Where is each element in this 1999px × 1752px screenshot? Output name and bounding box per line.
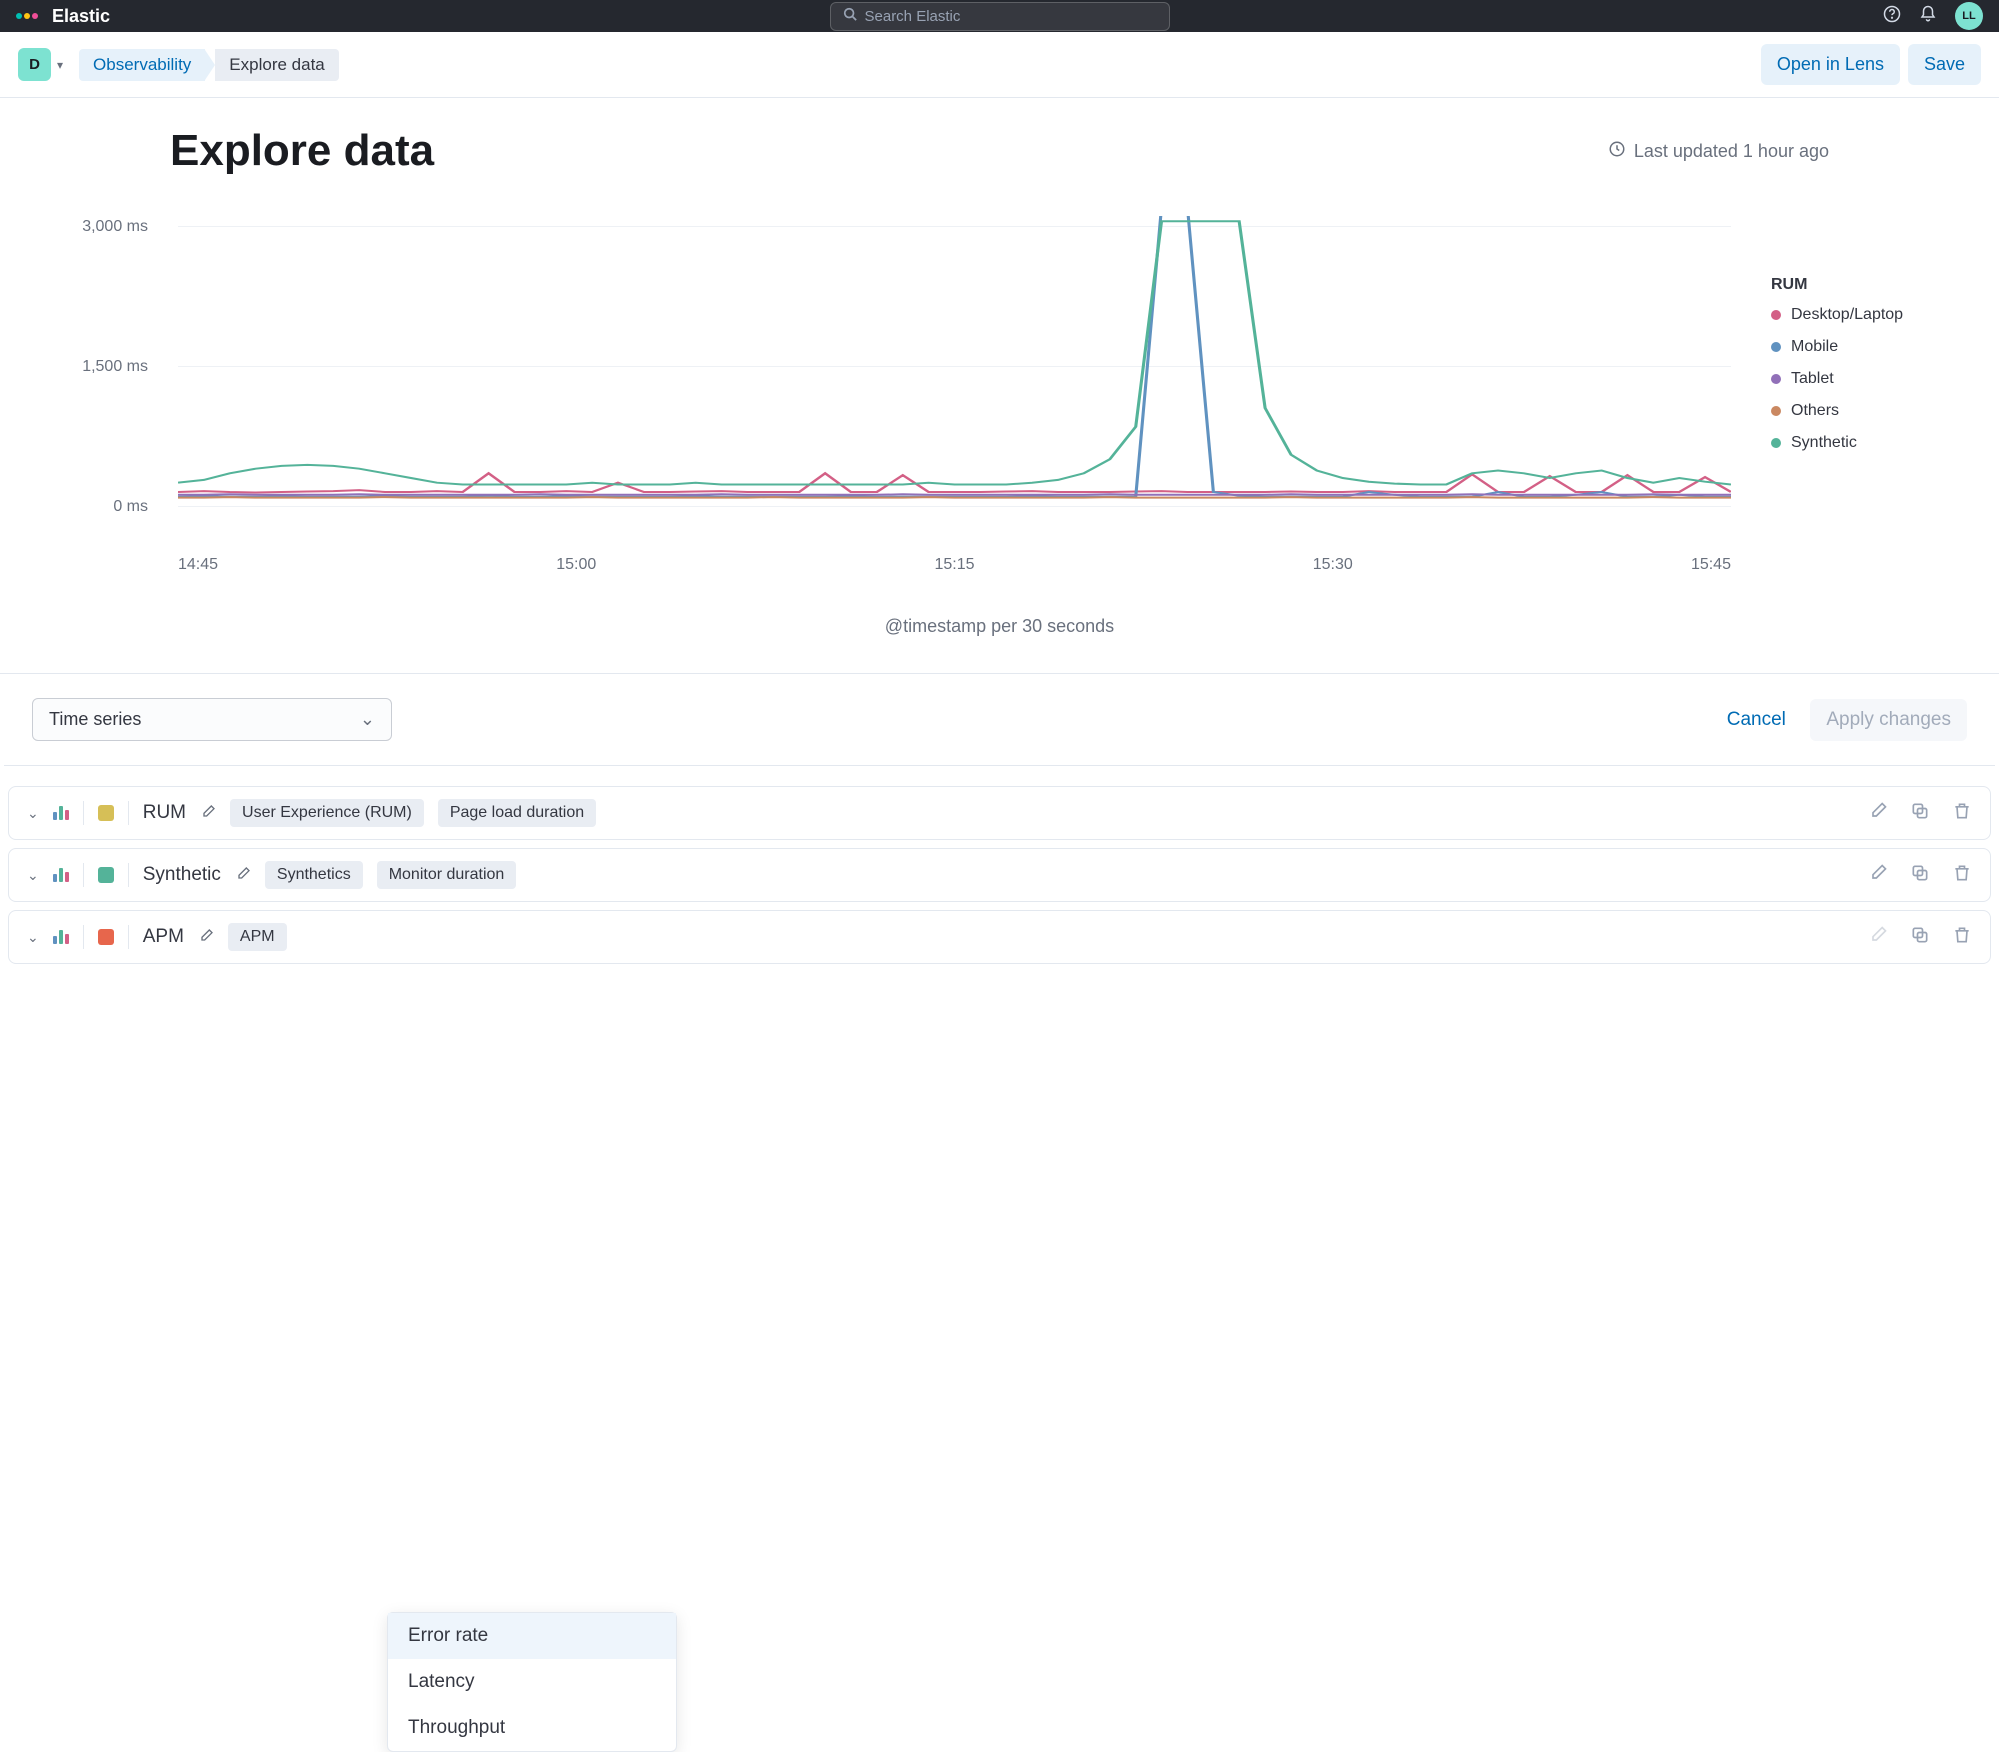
breadcrumb: Observability Explore data xyxy=(79,49,339,81)
metric-dropdown: Error rateLatencyThroughput xyxy=(387,1612,677,1752)
series-tag[interactable]: Monitor duration xyxy=(377,861,517,889)
legend-item[interactable]: Mobile xyxy=(1771,338,1951,356)
user-avatar[interactable]: LL xyxy=(1955,2,1983,30)
legend-label: Mobile xyxy=(1791,338,1838,356)
y-tick: 3,000 ms xyxy=(28,218,148,236)
x-tick: 15:15 xyxy=(934,556,974,574)
save-button[interactable]: Save xyxy=(1908,44,1981,85)
chevron-down-icon[interactable]: ⌄ xyxy=(27,867,39,884)
dropdown-item[interactable]: Error rate xyxy=(388,1613,676,1659)
copy-icon[interactable] xyxy=(1910,925,1930,950)
chevron-down-icon: ⌄ xyxy=(360,709,375,730)
trash-icon[interactable] xyxy=(1952,925,1972,950)
pencil-icon[interactable] xyxy=(1868,863,1888,888)
legend-dot-icon xyxy=(1771,310,1781,320)
legend-dot-icon xyxy=(1771,342,1781,352)
chart-series-line xyxy=(178,221,1731,484)
series-name: Synthetic xyxy=(143,864,221,886)
chevron-down-icon[interactable]: ⌄ xyxy=(27,805,39,822)
top-bar: Elastic Search Elastic LL xyxy=(0,0,1999,32)
chart-series-line xyxy=(178,473,1731,492)
pencil-icon[interactable] xyxy=(200,804,216,823)
series-name: APM xyxy=(143,926,184,948)
series-row: ⌄ Synthetic Synthetics Monitor duration xyxy=(8,848,1991,902)
legend-item[interactable]: Tablet xyxy=(1771,370,1951,388)
search-placeholder: Search Elastic xyxy=(865,8,961,25)
y-tick: 1,500 ms xyxy=(28,358,148,376)
series-tag[interactable]: APM xyxy=(228,923,287,951)
space-selector[interactable]: D xyxy=(18,48,51,81)
legend-dot-icon xyxy=(1771,374,1781,384)
trash-icon[interactable] xyxy=(1952,801,1972,826)
bar-chart-icon xyxy=(53,868,69,882)
legend-label: Desktop/Laptop xyxy=(1791,306,1903,324)
config-panel: Time series ⌄ Cancel Apply changes ⌄ RUM… xyxy=(0,673,1999,984)
legend-item[interactable]: Synthetic xyxy=(1771,434,1951,452)
last-updated-text: Last updated 1 hour ago xyxy=(1634,141,1829,162)
legend-title: RUM xyxy=(1771,276,1951,294)
open-in-lens-button[interactable]: Open in Lens xyxy=(1761,44,1900,85)
help-icon[interactable] xyxy=(1883,5,1901,28)
clock-icon xyxy=(1608,140,1626,163)
copy-icon[interactable] xyxy=(1910,801,1930,826)
legend-item[interactable]: Others xyxy=(1771,402,1951,420)
brand-name: Elastic xyxy=(52,6,110,27)
x-axis-title: @timestamp per 30 seconds xyxy=(24,616,1975,637)
chart-series-line xyxy=(178,494,1731,495)
pencil-icon[interactable] xyxy=(235,866,251,885)
page-title: Explore data xyxy=(170,126,434,176)
global-search[interactable]: Search Elastic xyxy=(830,2,1170,31)
legend-label: Synthetic xyxy=(1791,434,1857,452)
legend-dot-icon xyxy=(1771,406,1781,416)
cancel-button[interactable]: Cancel xyxy=(1727,709,1786,731)
viz-type-select[interactable]: Time series ⌄ xyxy=(32,698,392,741)
chevron-down-icon[interactable]: ⌄ xyxy=(27,929,39,946)
x-tick: 15:00 xyxy=(556,556,596,574)
x-tick: 15:45 xyxy=(1691,556,1731,574)
bar-chart-icon xyxy=(53,930,69,944)
pencil-icon[interactable] xyxy=(1868,801,1888,826)
bell-icon[interactable] xyxy=(1919,5,1937,28)
y-tick: 0 ms xyxy=(28,498,148,516)
breadcrumb-explore-data: Explore data xyxy=(215,49,338,81)
series-color-swatch[interactable] xyxy=(98,805,114,821)
pencil-icon[interactable] xyxy=(198,928,214,947)
legend-dot-icon xyxy=(1771,438,1781,448)
series-row: ⌄ APM APM xyxy=(8,910,1991,964)
sub-bar: D ▾ Observability Explore data Open in L… xyxy=(0,32,1999,98)
chart-legend: RUM Desktop/Laptop Mobile Tablet Others Synt… xyxy=(1731,216,1951,546)
logo-icon xyxy=(16,13,38,19)
legend-item[interactable]: Desktop/Laptop xyxy=(1771,306,1951,324)
series-name: RUM xyxy=(143,802,186,824)
pencil-icon[interactable] xyxy=(1868,925,1888,950)
last-updated: Last updated 1 hour ago xyxy=(1608,140,1829,163)
series-tag[interactable]: Page load duration xyxy=(438,799,596,827)
series-color-swatch[interactable] xyxy=(98,929,114,945)
bar-chart-icon xyxy=(53,806,69,820)
apply-changes-button: Apply changes xyxy=(1810,699,1967,741)
dropdown-item[interactable]: Throughput xyxy=(388,1705,676,1751)
series-row: ⌄ RUM User Experience (RUM) Page load du… xyxy=(8,786,1991,840)
time-series-chart[interactable]: 3,000 ms 1,500 ms 0 ms 14:4515:0015:1515… xyxy=(48,216,1731,546)
search-icon xyxy=(843,7,857,26)
trash-icon[interactable] xyxy=(1952,863,1972,888)
brand-group: Elastic xyxy=(16,6,110,27)
x-tick: 14:45 xyxy=(178,556,218,574)
breadcrumb-observability[interactable]: Observability xyxy=(79,49,205,81)
dropdown-item[interactable]: Latency xyxy=(388,1659,676,1705)
series-tag[interactable]: Synthetics xyxy=(265,861,363,889)
chart-series-line xyxy=(178,497,1731,498)
series-tag[interactable]: User Experience (RUM) xyxy=(230,799,424,827)
chevron-down-icon: ▾ xyxy=(57,58,63,72)
series-color-swatch[interactable] xyxy=(98,867,114,883)
legend-label: Others xyxy=(1791,402,1839,420)
legend-label: Tablet xyxy=(1791,370,1834,388)
copy-icon[interactable] xyxy=(1910,863,1930,888)
chart-series-line xyxy=(178,216,1731,497)
x-tick: 15:30 xyxy=(1313,556,1353,574)
viz-type-value: Time series xyxy=(49,709,141,730)
